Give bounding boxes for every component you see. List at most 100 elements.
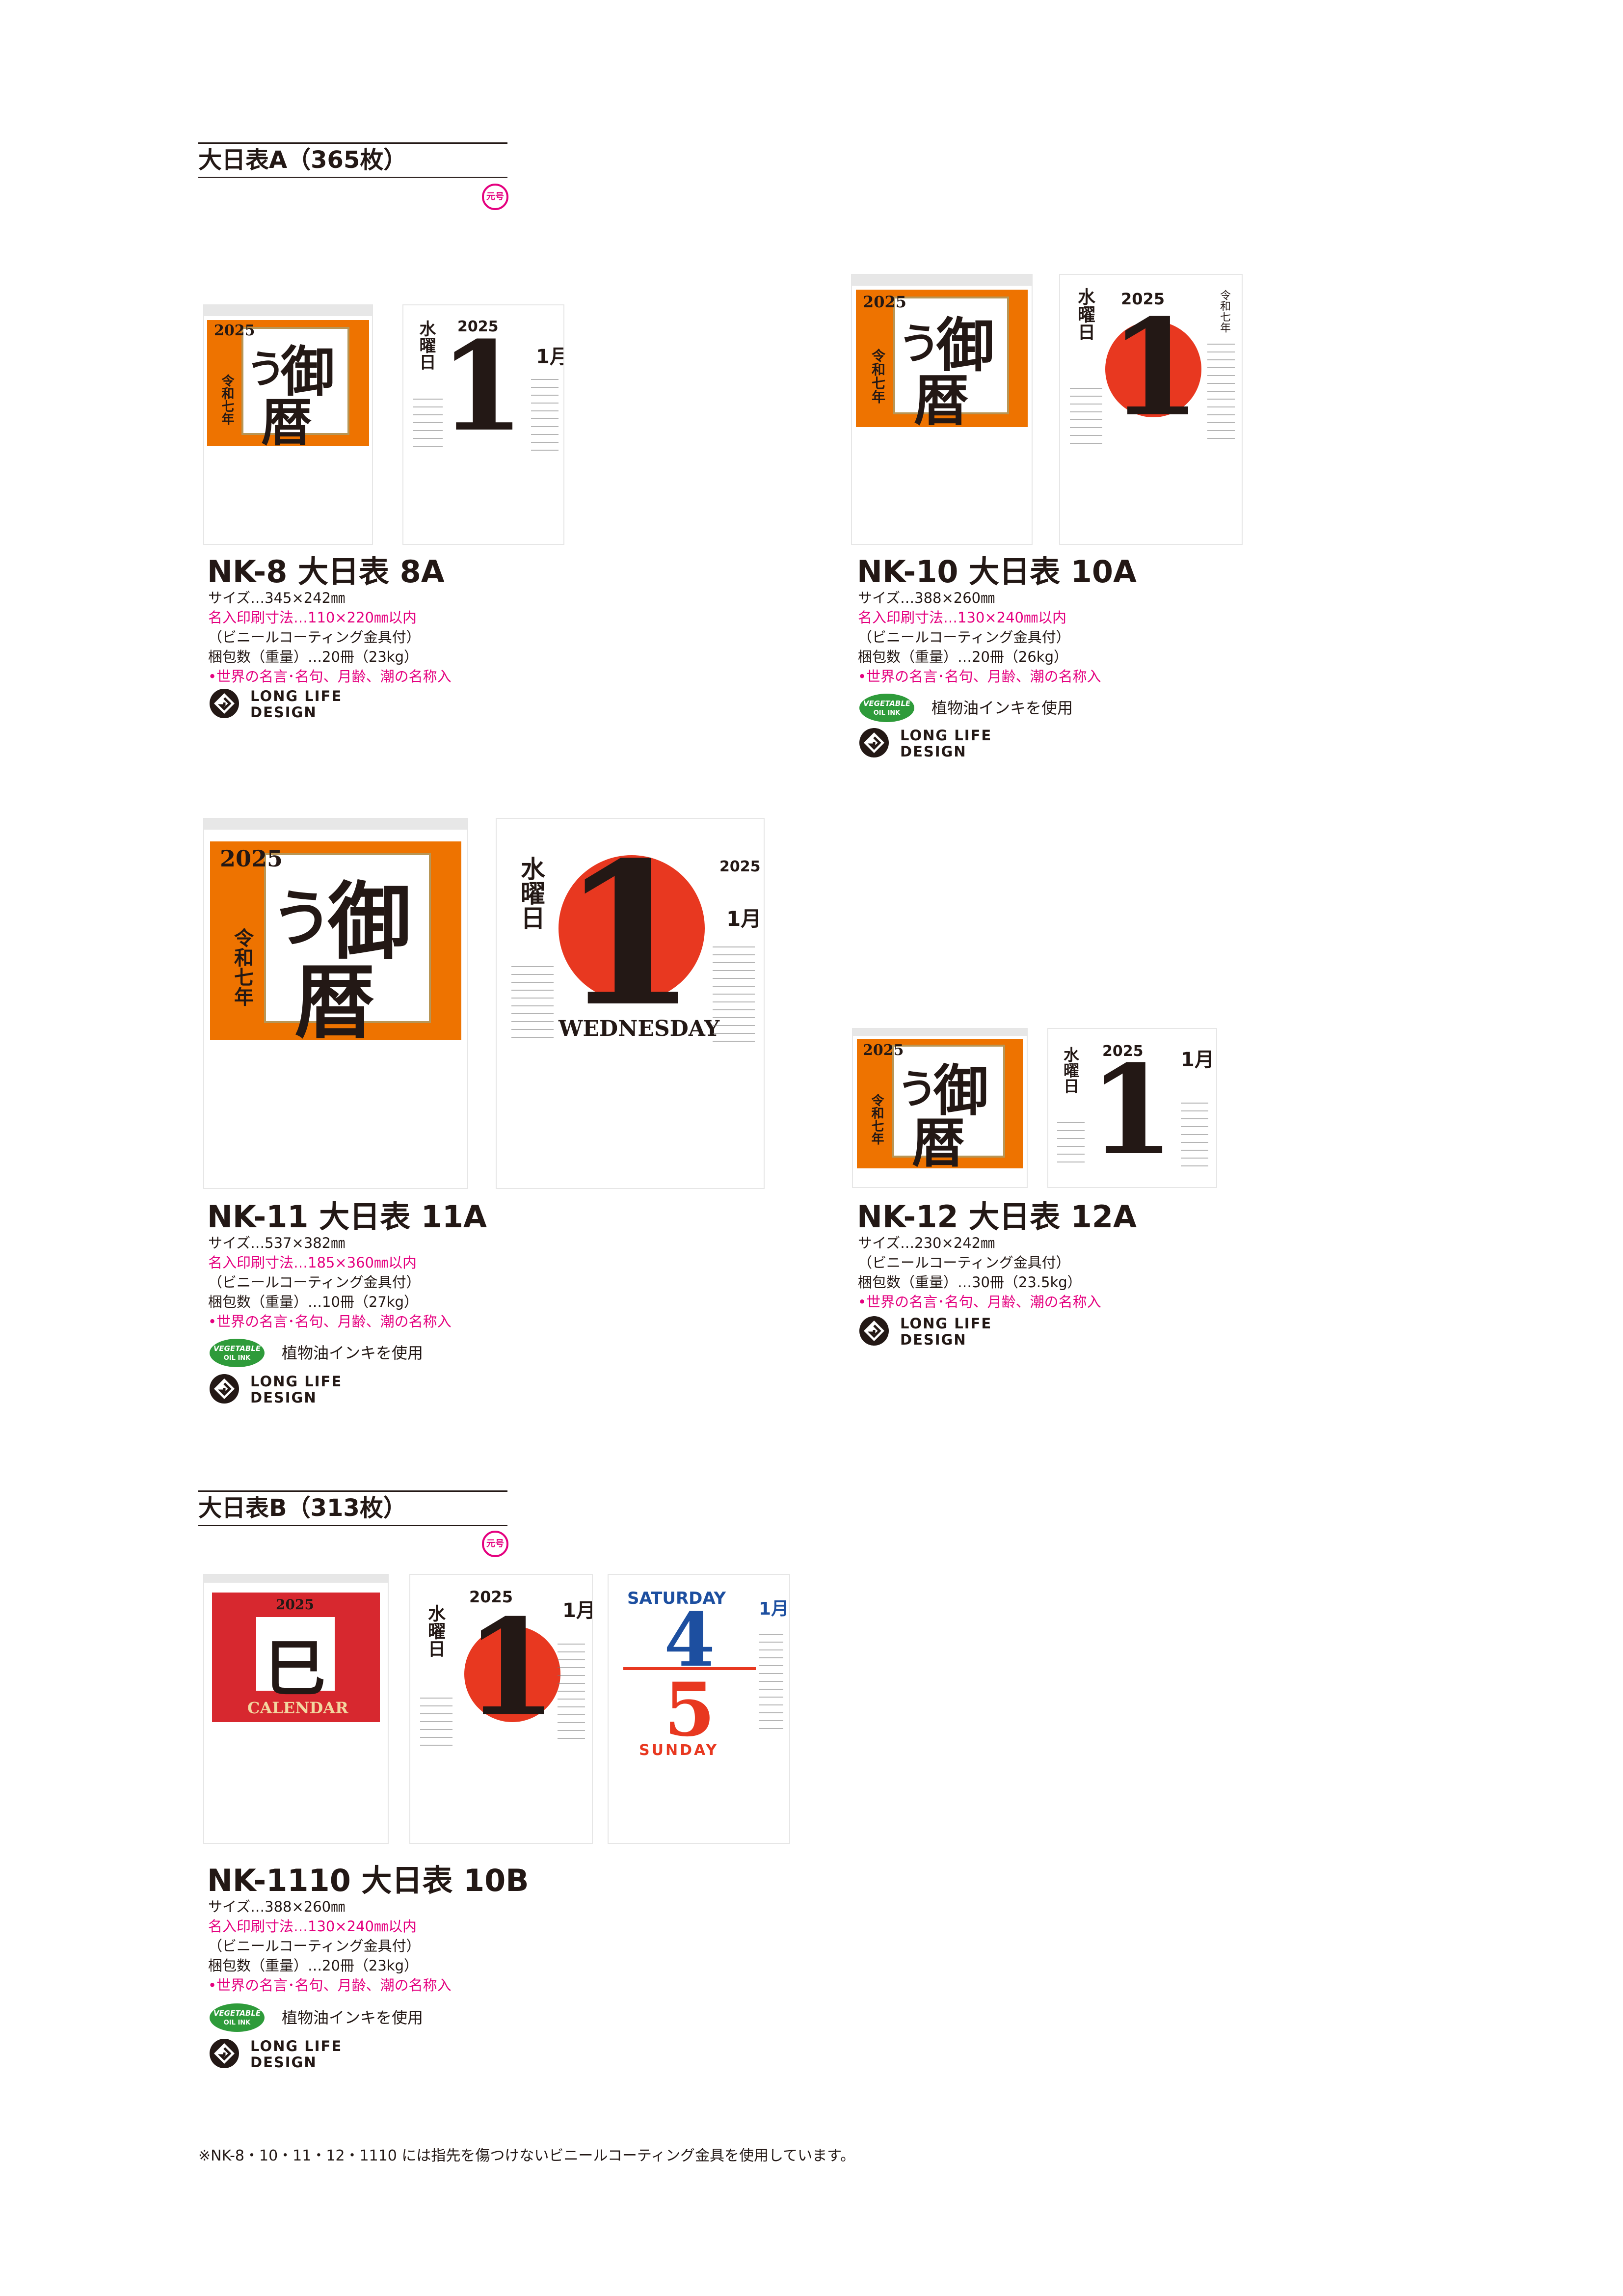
nk1110-pack: 梱包数（重量）…20冊（23kg） xyxy=(208,1957,419,1974)
nk1110-title: NK-1110 大日表 10B xyxy=(207,1863,529,1898)
svg-text:VEGETABLE: VEGETABLE xyxy=(213,2009,261,2018)
section-title-b: 大日表B（313枚） xyxy=(198,1494,407,1522)
long-life-label: LONG LIFE DESIGN xyxy=(900,727,992,760)
year-text: 2025 xyxy=(220,845,283,872)
nk11-vinyl: （ビニールコーティング金具付） xyxy=(208,1274,421,1291)
nk10-vinyl: （ビニールコーティング金具付） xyxy=(858,629,1070,646)
nk10-page-image: 水曜日 2025 1 令和七年 xyxy=(1060,275,1242,544)
weekday-kanji: 水曜日 xyxy=(517,856,545,930)
day-number-5: 5 xyxy=(664,1667,716,1753)
reki-kanji: 暦 xyxy=(914,369,969,433)
hanger-strip xyxy=(853,1029,1027,1036)
hanger-strip xyxy=(204,1575,388,1583)
weekday-kanji: 水曜日 xyxy=(1075,288,1095,341)
year-text: 2025 xyxy=(863,293,907,311)
vegetable-oil-ink-icon: VEGETABLEOIL INK xyxy=(210,2003,265,2032)
nk12-long-life-badge: LONG LIFE DESIGN xyxy=(858,1315,1015,1348)
notes-block xyxy=(1181,1103,1208,1166)
cover-art: 2025 令和七年 う 御 暦 xyxy=(856,290,1028,433)
month-text: 1月 xyxy=(1181,1049,1214,1071)
year-text: 2025 xyxy=(214,322,255,339)
cover-art: 2025 令和七年 う 御 暦 xyxy=(210,841,461,1050)
nk8-print-size: 名入印刷寸法…110×220㎜以内 xyxy=(208,609,417,626)
nk11-cover-image: 2025 令和七年 う 御 暦 xyxy=(204,819,467,1188)
cover-art: 2025 令和七年 御 う 暦 xyxy=(207,320,369,453)
mini-calendar xyxy=(1070,388,1102,447)
nk1110-long-life-badge: LONG LIFE DESIGN xyxy=(208,2037,365,2071)
wednesday-text: WEDNESDAY xyxy=(559,1016,720,1041)
weekday-kanji: 水曜日 xyxy=(416,320,436,370)
nk8-title: NK-8 大日表 8A xyxy=(207,554,445,590)
nk12-pack: 梱包数（重量）…30冊（23.5kg） xyxy=(858,1274,1082,1291)
nk8-cover-image: 2025 令和七年 御 う 暦 xyxy=(204,305,372,544)
long-life-label: LONG LIFE DESIGN xyxy=(250,1373,343,1406)
calendar-word: CALENDAR xyxy=(247,1699,348,1717)
long-life-label: LONG LIFE DESIGN xyxy=(250,688,343,721)
long-life-design-icon xyxy=(210,1374,239,1404)
section-rule-a-bottom xyxy=(198,177,507,178)
weekday-kanji: 水曜日 xyxy=(425,1604,445,1657)
long-life-label: LONG LIFE DESIGN xyxy=(250,2038,343,2071)
mini-calendar xyxy=(1057,1122,1085,1166)
reiwa-text: 令和七年 xyxy=(870,349,886,404)
reiwa-text: 令和七年 xyxy=(1218,290,1230,333)
svg-text:VEGETABLE: VEGETABLE xyxy=(213,1344,261,1353)
long-life-design-icon xyxy=(210,689,239,718)
month-text: 1月 xyxy=(562,1599,592,1622)
big-day-number: 1 xyxy=(439,314,525,459)
vegetable-ink-label: 植物油インキを使用 xyxy=(931,699,1073,717)
reiwa-text: 令和七年 xyxy=(869,1094,884,1145)
nk11-pack: 梱包数（重量）…10冊（27kg） xyxy=(208,1294,419,1310)
nk10-print-size: 名入印刷寸法…130×240㎜以内 xyxy=(858,609,1067,626)
reki-kanji: 暦 xyxy=(912,1112,965,1174)
nk1110-print-size: 名入印刷寸法…130×240㎜以内 xyxy=(208,1918,417,1935)
year-text: 2025 xyxy=(719,858,761,875)
section-rule-a xyxy=(198,142,507,144)
svg-text:OIL INK: OIL INK xyxy=(874,709,901,717)
long-life-design-icon xyxy=(859,1316,889,1346)
nk1110-weekend-page-image: SATURDAY 4 5 SUNDAY 1月 xyxy=(609,1575,789,1843)
year-text: 2025 xyxy=(276,1596,314,1613)
long-life-label: LONG LIFE DESIGN xyxy=(900,1315,992,1348)
nk8-long-life-badge: LONG LIFE DESIGN xyxy=(208,687,365,721)
nk8-vinyl: （ビニールコーティング金具付） xyxy=(208,629,421,646)
vegetable-ink-label: 植物油インキを使用 xyxy=(282,1344,424,1362)
nk10-size: サイズ…388×260㎜ xyxy=(858,590,995,606)
cover-art: 2025 令和七年 う 御 暦 xyxy=(857,1039,1023,1174)
footnote: ※NK-8・10・11・12・1110 には指先を傷つけないビニールコーティング… xyxy=(198,2147,855,2164)
notes-block xyxy=(759,1634,783,1732)
month-text: 1月 xyxy=(759,1599,789,1619)
hanger-strip xyxy=(852,275,1032,286)
nk1110-page-image: 水曜日 2025 1 1月 xyxy=(410,1575,592,1843)
reki-kanji: 暦 xyxy=(261,392,313,453)
nk8-feature: •世界の名言･名句、月齢、潮の名称入 xyxy=(208,668,452,685)
notes-block xyxy=(1207,344,1235,442)
nk12-cover-image: 2025 令和七年 う 御 暦 xyxy=(853,1029,1027,1187)
nk11-long-life-badge: LONG LIFE DESIGN xyxy=(208,1373,365,1406)
nk11-size: サイズ…537×382㎜ xyxy=(208,1235,346,1251)
nk12-title: NK-12 大日表 12A xyxy=(857,1199,1137,1235)
nk12-size: サイズ…230×242㎜ xyxy=(858,1235,995,1251)
long-life-design-icon xyxy=(859,728,889,757)
nk11-vegetable-ink-badge: VEGETABLE OIL INK 植物油インキを使用 xyxy=(208,1337,434,1370)
snake-kanji: 巳 xyxy=(265,1633,326,1704)
month-text: 1月 xyxy=(726,907,762,931)
mini-calendar xyxy=(420,1698,452,1747)
nk8-page-image: 水曜日 2025 1 1月 xyxy=(403,305,563,544)
snake-year-art: 2025 巳 CALENDAR xyxy=(212,1593,380,1722)
nk12-page-image: 水曜日 2025 1 1月 xyxy=(1048,1029,1216,1187)
nk1110-size: サイズ…388×260㎜ xyxy=(208,1898,346,1915)
section-rule-b xyxy=(198,1490,507,1492)
section-title-a: 大日表A（365枚） xyxy=(198,146,407,174)
mini-calendar xyxy=(511,966,554,1040)
nk1110-feature: •世界の名言･名句、月齢、潮の名称入 xyxy=(208,1977,452,1994)
reki-kanji: 暦 xyxy=(294,955,375,1050)
nk11-title: NK-11 大日表 11A xyxy=(207,1199,487,1235)
nk12-feature: •世界の名言･名句、月齢、潮の名称入 xyxy=(858,1294,1101,1310)
reiwa-text: 令和七年 xyxy=(219,374,234,425)
gengo-mark-b: 元号 xyxy=(482,1531,508,1557)
nk8-pack: 梱包数（重量）…20冊（23kg） xyxy=(208,648,419,665)
long-life-design-icon xyxy=(210,2039,239,2068)
nk1110-vinyl: （ビニールコーティング金具付） xyxy=(208,1938,421,1954)
nk10-feature: •世界の名言･名句、月齢、潮の名称入 xyxy=(858,668,1101,685)
